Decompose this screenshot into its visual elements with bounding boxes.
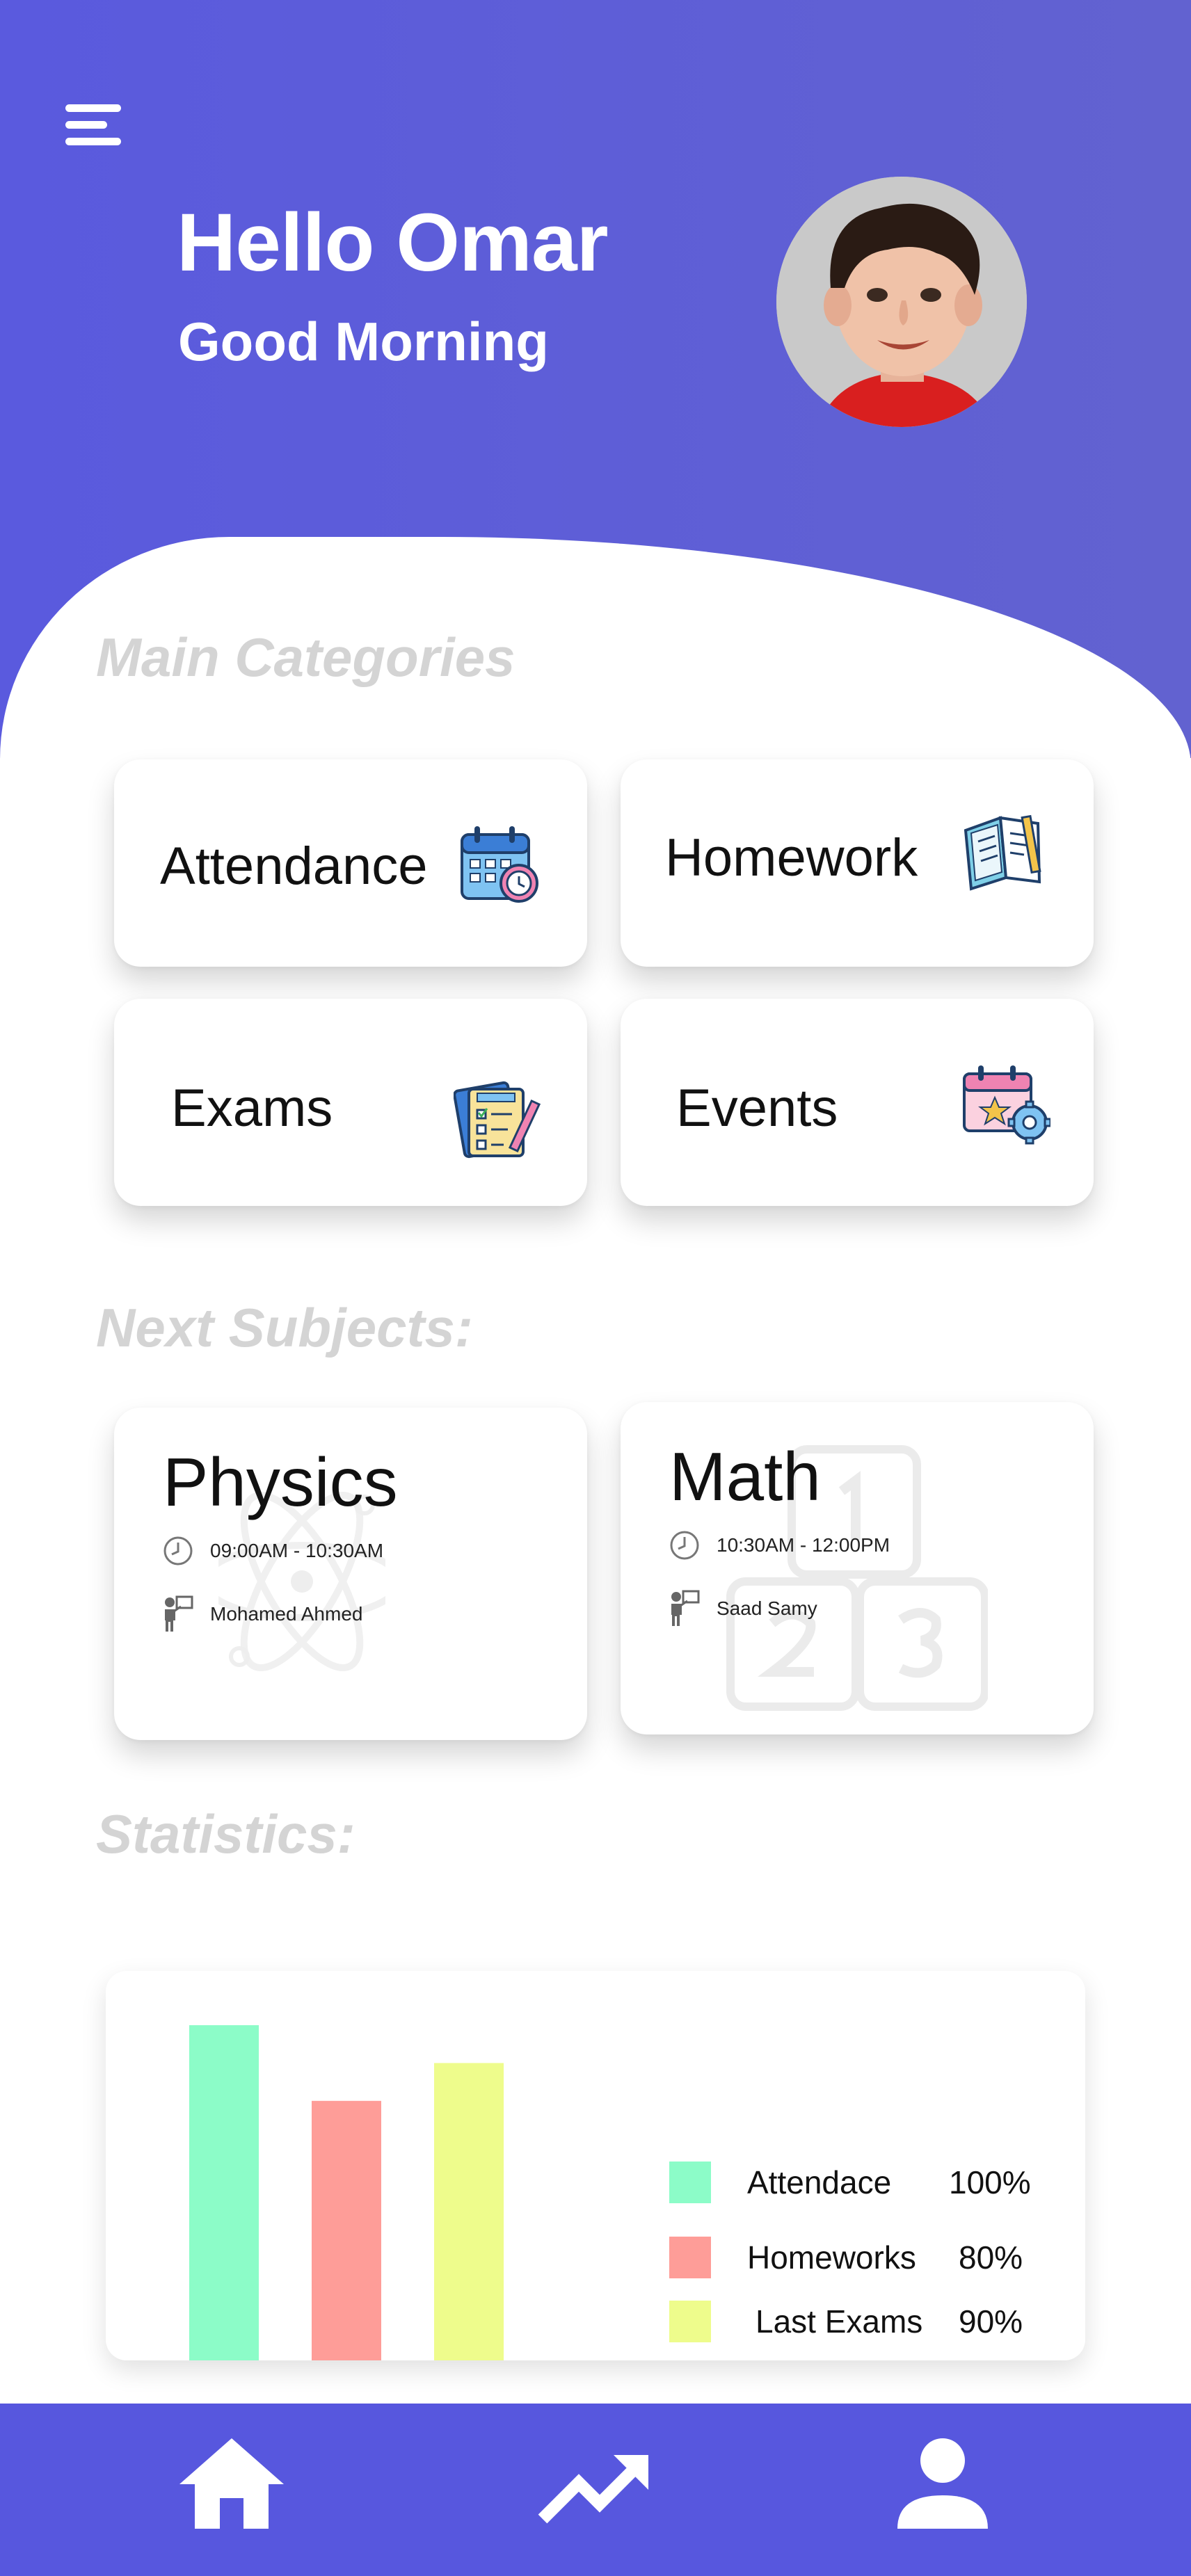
subject-time-row: 09:00AM - 10:30AM [163, 1536, 383, 1566]
events-label: Events [676, 1079, 838, 1138]
subject-name: Math [669, 1438, 821, 1515]
exams-label: Exams [171, 1079, 333, 1138]
subject-teacher: Mohamed Ahmed [210, 1603, 363, 1625]
physics-card[interactable]: Physics 09:00AM - 10:30AM Mohamed Ahmed [114, 1408, 587, 1740]
bar-last-exams [434, 2063, 504, 2360]
calendar-clock-icon [461, 826, 538, 903]
legend-value: 90% [959, 2303, 1023, 2340]
greeting-title: Hello Omar [177, 197, 609, 289]
subject-time-row: 10:30AM - 12:00PM [669, 1530, 890, 1561]
subject-time: 09:00AM - 10:30AM [210, 1540, 384, 1561]
menu-icon[interactable] [65, 102, 121, 147]
math-card[interactable]: Math 10:30AM - 12:00PM Saad Samy [621, 1402, 1094, 1734]
events-card[interactable]: Events [621, 999, 1094, 1206]
checklist-pencil-icon [454, 1081, 541, 1159]
legend-swatch [669, 2237, 711, 2278]
legend-item: Homeworks 80% [669, 2237, 1032, 2278]
legend-value: 100% [949, 2164, 1031, 2200]
legend-item: Attendace 100% [669, 2162, 1032, 2203]
subject-time: 10:30AM - 12:00PM [717, 1534, 890, 1556]
clock-icon [670, 1531, 699, 1560]
legend-swatch [669, 2162, 711, 2203]
teacher-icon [671, 1590, 700, 1626]
teacher-icon [165, 1595, 193, 1632]
legend-item: Last Exams 90% [669, 2301, 1032, 2342]
subject-teacher: Saad Samy [717, 1597, 817, 1619]
bottom-nav [0, 2404, 1191, 2576]
next-subjects-title: Next Subjects: [96, 1297, 473, 1358]
subject-teacher-row: Mohamed Ahmed [163, 1595, 362, 1633]
notebook-pencil-icon [964, 814, 1041, 891]
trending-up-icon[interactable] [536, 2431, 654, 2536]
user-icon[interactable] [884, 2431, 1002, 2536]
homework-card[interactable]: Homework [621, 759, 1094, 967]
statistics-chart [189, 2025, 504, 2360]
legend-name: Attendace [747, 2164, 892, 2200]
calendar-gear-icon [963, 1065, 1050, 1145]
main-categories-title: Main Categories [96, 627, 515, 688]
avatar-photo [776, 177, 1027, 427]
bar-homeworks [312, 2100, 381, 2360]
bar-attendace [189, 2025, 259, 2360]
exams-card[interactable]: Exams [114, 999, 587, 1206]
attendance-card[interactable]: Attendance [114, 759, 587, 967]
greeting-subtitle: Good Morning [178, 311, 549, 372]
subject-teacher-row: Saad Samy [669, 1590, 817, 1627]
legend-name: Last Exams [756, 2303, 923, 2340]
statistics-card: Attendace 100% Homeworks 80% Last Exams … [106, 1971, 1085, 2360]
clock-icon [163, 1536, 193, 1565]
attendance-label: Attendance [160, 837, 428, 896]
avatar[interactable] [776, 177, 1027, 427]
legend-value: 80% [959, 2239, 1023, 2276]
homework-label: Homework [665, 828, 918, 887]
statistics-title: Statistics: [96, 1803, 355, 1865]
home-icon[interactable] [173, 2431, 291, 2536]
subject-name: Physics [163, 1444, 398, 1520]
legend-name: Homeworks [747, 2239, 916, 2276]
legend-swatch [669, 2301, 711, 2342]
